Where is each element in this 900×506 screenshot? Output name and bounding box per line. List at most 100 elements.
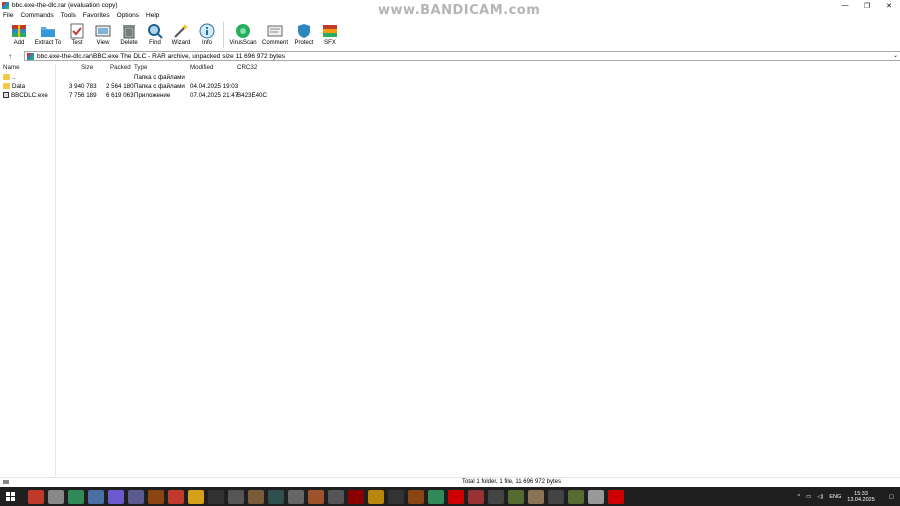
taskbar-app-icon[interactable] (548, 489, 564, 504)
file-packed-cell: 6 619 063 (106, 92, 134, 99)
comment-button[interactable]: Comment (259, 21, 291, 49)
taskbar-app-icon[interactable] (268, 489, 284, 504)
exe-file-icon (3, 92, 9, 99)
close-button[interactable]: ✕ (878, 0, 900, 11)
notifications-icon[interactable]: ▢ (889, 494, 894, 500)
add-button[interactable]: Add (6, 21, 32, 49)
taskbar-app-icon[interactable] (228, 489, 244, 504)
window-title: bbc.exe-the-dlc.rar (evaluation copy) (12, 2, 118, 9)
folder-icon (3, 74, 10, 81)
up-folder-icon[interactable]: ↑ (0, 52, 20, 61)
extract-to-button[interactable]: Extract To (32, 21, 64, 49)
view-button[interactable]: View (90, 21, 116, 49)
taskbar-app-icon[interactable] (388, 489, 404, 504)
taskbar-app-icon[interactable] (308, 489, 324, 504)
address-bar[interactable]: bbc.exe-the-dlc.rar\BBC.exe The DLC - RA… (24, 51, 900, 61)
taskbar-app-icon[interactable] (408, 489, 424, 504)
column-header-packed[interactable]: Packed (110, 64, 131, 73)
sfx-button[interactable]: SFX (317, 21, 343, 49)
column-header-name[interactable]: Name (3, 64, 20, 73)
delete-button[interactable]: Delete (116, 21, 142, 49)
column-header-modified[interactable]: Modified (190, 64, 213, 73)
extract-to-label: Extract To (34, 40, 62, 46)
taskbar-app-icon[interactable] (368, 489, 384, 504)
comment-label: Comment (261, 40, 288, 46)
chevron-down-icon[interactable]: ⌄ (893, 52, 898, 59)
taskbar-app-icon[interactable] (208, 489, 224, 504)
taskbar-app-icon[interactable] (28, 489, 44, 504)
taskbar-app-icon[interactable] (248, 489, 264, 504)
address-path: bbc.exe-the-dlc.rar\BBC.exe The DLC - RA… (37, 52, 285, 60)
test-button[interactable]: Test (64, 21, 90, 49)
taskbar-app-icon[interactable] (108, 489, 124, 504)
menu-file[interactable]: File (3, 12, 13, 19)
add-label: Add (13, 40, 25, 46)
minimize-button[interactable]: — (834, 0, 856, 11)
volume-icon[interactable]: ◁) (817, 494, 823, 500)
file-type-cell: Папка с файлами (134, 83, 185, 90)
file-size-cell: 3 940 783 (69, 83, 97, 90)
info-button[interactable]: Info (194, 21, 220, 49)
taskbar-app-icon[interactable] (468, 489, 484, 504)
taskbar-app-icon[interactable] (288, 489, 304, 504)
clock[interactable]: 15:33 13.04.2025 (847, 491, 875, 503)
taskbar-app-icon[interactable] (348, 489, 364, 504)
menu-bar: File Commands Tools Favorites Options He… (0, 11, 900, 20)
taskbar-app-icon[interactable] (328, 489, 344, 504)
extract-folder-icon (40, 22, 57, 39)
add-archive-icon (11, 22, 28, 39)
clock-date: 13.04.2025 (847, 496, 875, 503)
maximize-button[interactable]: ❐ (856, 0, 878, 11)
wand-icon (173, 22, 190, 39)
network-icon[interactable]: ▭ (806, 494, 811, 500)
chevron-up-icon[interactable]: ^ (797, 494, 800, 500)
delete-label: Delete (120, 40, 138, 46)
taskbar-app-icon[interactable] (448, 489, 464, 504)
file-crc-cell: B423E40C (237, 92, 267, 99)
column-header-crc[interactable]: CRC32 (237, 64, 257, 73)
taskbar-app-icon[interactable] (128, 489, 144, 504)
taskbar-app-icon[interactable] (488, 489, 504, 504)
address-row: ↑ bbc.exe-the-dlc.rar\BBC.exe The DLC - … (0, 50, 900, 62)
column-header-size[interactable]: Size (81, 64, 93, 73)
taskbar-app-icon[interactable] (528, 489, 544, 504)
taskbar-app-icon[interactable] (68, 489, 84, 504)
find-button[interactable]: Find (142, 21, 168, 49)
protect-button[interactable]: Protect (291, 21, 317, 49)
windows-logo-icon (5, 492, 15, 501)
menu-tools[interactable]: Tools (61, 12, 76, 19)
taskbar-app-icon[interactable] (428, 489, 444, 504)
taskbar-app-icon[interactable] (148, 489, 164, 504)
taskbar-app-icon[interactable] (188, 489, 204, 504)
wizard-label: Wizard (171, 40, 191, 46)
taskbar-app-icon[interactable] (588, 489, 604, 504)
taskbar-app-icon[interactable] (608, 489, 624, 504)
taskbar-app-icon[interactable] (88, 489, 104, 504)
virusscan-button[interactable]: VirusScan (227, 21, 259, 49)
menu-commands[interactable]: Commands (20, 12, 53, 19)
folder-icon (3, 83, 10, 90)
sfx-icon (322, 22, 339, 39)
menu-options[interactable]: Options (117, 12, 139, 19)
view-label: View (96, 40, 110, 46)
trash-icon (121, 22, 138, 39)
start-button[interactable] (0, 487, 20, 506)
folder-tree-panel[interactable] (0, 64, 56, 476)
taskbar-app-icon[interactable] (508, 489, 524, 504)
wizard-button[interactable]: Wizard (168, 21, 194, 49)
view-book-icon (95, 22, 112, 39)
column-header-type[interactable]: Type (134, 64, 147, 73)
file-modified-cell: 07.04.2025 21:47 (190, 92, 239, 99)
menu-help[interactable]: Help (146, 12, 159, 19)
file-modified-cell: 04.04.2025 19:03 (190, 83, 239, 90)
taskbar-app-icon[interactable] (568, 489, 584, 504)
taskbar-app-icon[interactable] (48, 489, 64, 504)
window-controls: — ❐ ✕ (834, 0, 900, 11)
toolbar: Add Extract To Test View Delete Find Wiz… (0, 21, 900, 49)
info-icon (199, 22, 216, 39)
language-indicator[interactable]: ENG (829, 494, 841, 500)
menu-favorites[interactable]: Favorites (83, 12, 110, 19)
taskbar-app-icon[interactable] (168, 489, 184, 504)
file-packed-cell: 2 564 180 (106, 83, 134, 90)
virus-scan-icon (235, 22, 252, 39)
